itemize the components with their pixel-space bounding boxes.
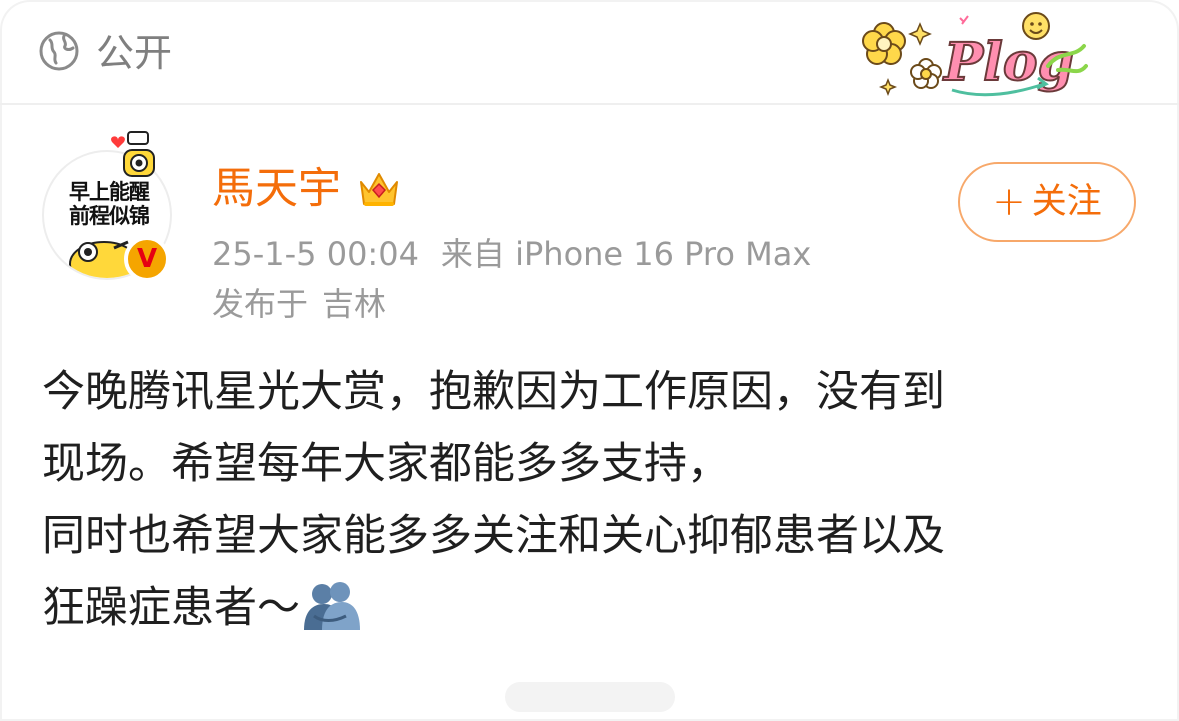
post-location: 发布于 吉林 <box>212 282 386 326</box>
post-content: 今晚腾讯星光大赏，抱歉因为工作原因，没有到 现场。希望每年大家都能多多支持， 同… <box>42 356 1152 644</box>
avatar-robot-icon <box>111 131 155 177</box>
verified-badge: V <box>124 236 170 282</box>
visibility-label[interactable]: 公开 <box>96 30 172 76</box>
post-meta: 25-1-5 00:04 来自 iPhone 16 Pro Max <box>212 232 811 276</box>
post-source: 来自 iPhone 16 Pro Max <box>440 235 812 273</box>
follow-button-label: 关注 <box>1031 182 1102 222</box>
post-line-2: 现场。希望每年大家都能多多支持， <box>42 439 730 489</box>
post-line-3: 同时也希望大家能多多关注和关心抑郁患者以及 <box>42 511 945 561</box>
follow-button[interactable]: + 关注 <box>958 162 1136 242</box>
globe-icon[interactable] <box>38 30 80 72</box>
location-name[interactable]: 吉林 <box>322 285 386 323</box>
post-line-4-text: 狂躁症患者～ <box>42 583 300 633</box>
hug-icon <box>304 582 360 630</box>
bottom-drag-handle[interactable] <box>505 682 675 712</box>
author-name[interactable]: 馬天宇 <box>212 162 341 216</box>
post-header-bar: 公开 Plog <box>0 0 1179 105</box>
post-line-4: 狂躁症患者～ <box>42 572 1152 644</box>
weibo-post-card: 公开 Plog 早上能醒 前程似锦 V 馬天宇 25-1-5 00:04 来自 … <box>0 0 1179 721</box>
plus-icon: + <box>992 179 1026 225</box>
crown-icon <box>360 173 398 206</box>
plog-sticker-icon: Plog <box>862 12 1088 97</box>
post-timestamp: 25-1-5 00:04 <box>212 235 419 273</box>
post-line-1: 今晚腾讯星光大赏，抱歉因为工作原因，没有到 <box>42 367 945 417</box>
location-prefix: 发布于 <box>212 285 309 323</box>
svg-text:Plog: Plog <box>942 32 1074 93</box>
